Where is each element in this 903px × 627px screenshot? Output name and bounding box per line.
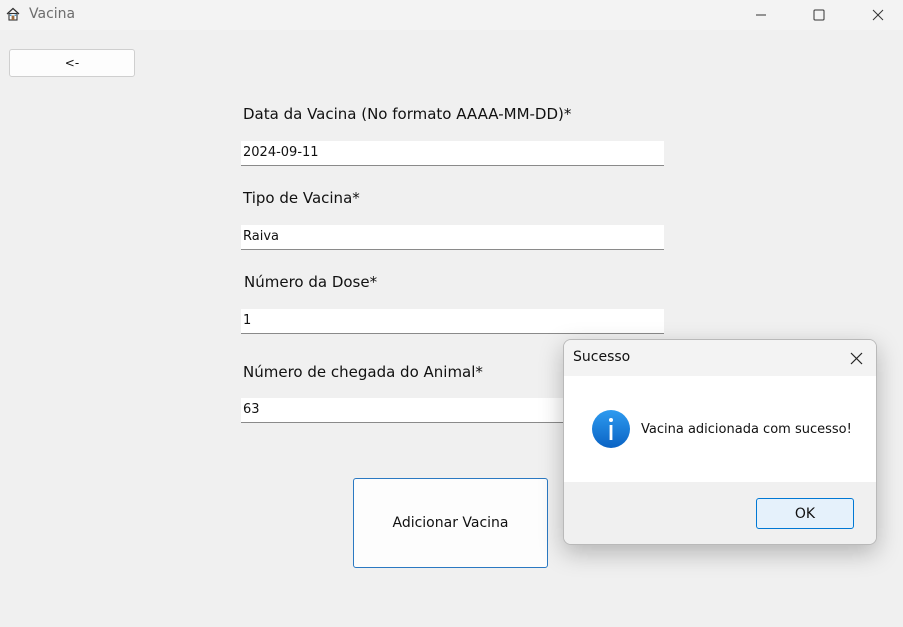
animal-arrival-number-label: Número de chegada do Animal* <box>243 363 483 381</box>
vaccine-type-input[interactable]: Raiva <box>241 225 664 250</box>
house-icon <box>6 7 20 21</box>
title-bar: Vacina <box>0 0 903 30</box>
success-dialog: Sucesso Vacina adicionada com sucesso! O… <box>563 339 877 545</box>
info-icon <box>592 410 630 448</box>
close-icon <box>850 352 862 364</box>
maximize-button[interactable] <box>796 0 842 30</box>
add-vaccine-button[interactable]: Adicionar Vacina <box>353 478 548 568</box>
dose-number-label: Número da Dose* <box>244 273 378 291</box>
dialog-footer: OK <box>564 482 876 544</box>
vaccine-date-input[interactable]: 2024-09-11 <box>241 141 664 166</box>
dialog-message: Vacina adicionada com sucesso! <box>641 422 852 437</box>
maximize-icon <box>813 9 825 21</box>
dose-number-input[interactable]: 1 <box>241 309 664 334</box>
close-icon <box>872 9 884 21</box>
back-button[interactable]: <- <box>9 49 135 77</box>
minimize-button[interactable] <box>738 0 784 30</box>
close-window-button[interactable] <box>855 0 901 30</box>
vaccine-date-label: Data da Vacina (No formato AAAA-MM-DD)* <box>243 105 572 123</box>
app-window: Vacina <- Data da Vacina (No formato AAA… <box>0 0 903 627</box>
vaccine-type-label: Tipo de Vacina* <box>243 189 360 207</box>
dialog-close-button[interactable] <box>842 344 870 372</box>
dialog-title: Sucesso <box>573 349 631 365</box>
dialog-title-bar: Sucesso <box>564 340 876 376</box>
ok-button[interactable]: OK <box>756 498 854 529</box>
window-title: Vacina <box>29 6 76 22</box>
minimize-icon <box>756 14 766 16</box>
dialog-body: Vacina adicionada com sucesso! <box>564 376 876 482</box>
